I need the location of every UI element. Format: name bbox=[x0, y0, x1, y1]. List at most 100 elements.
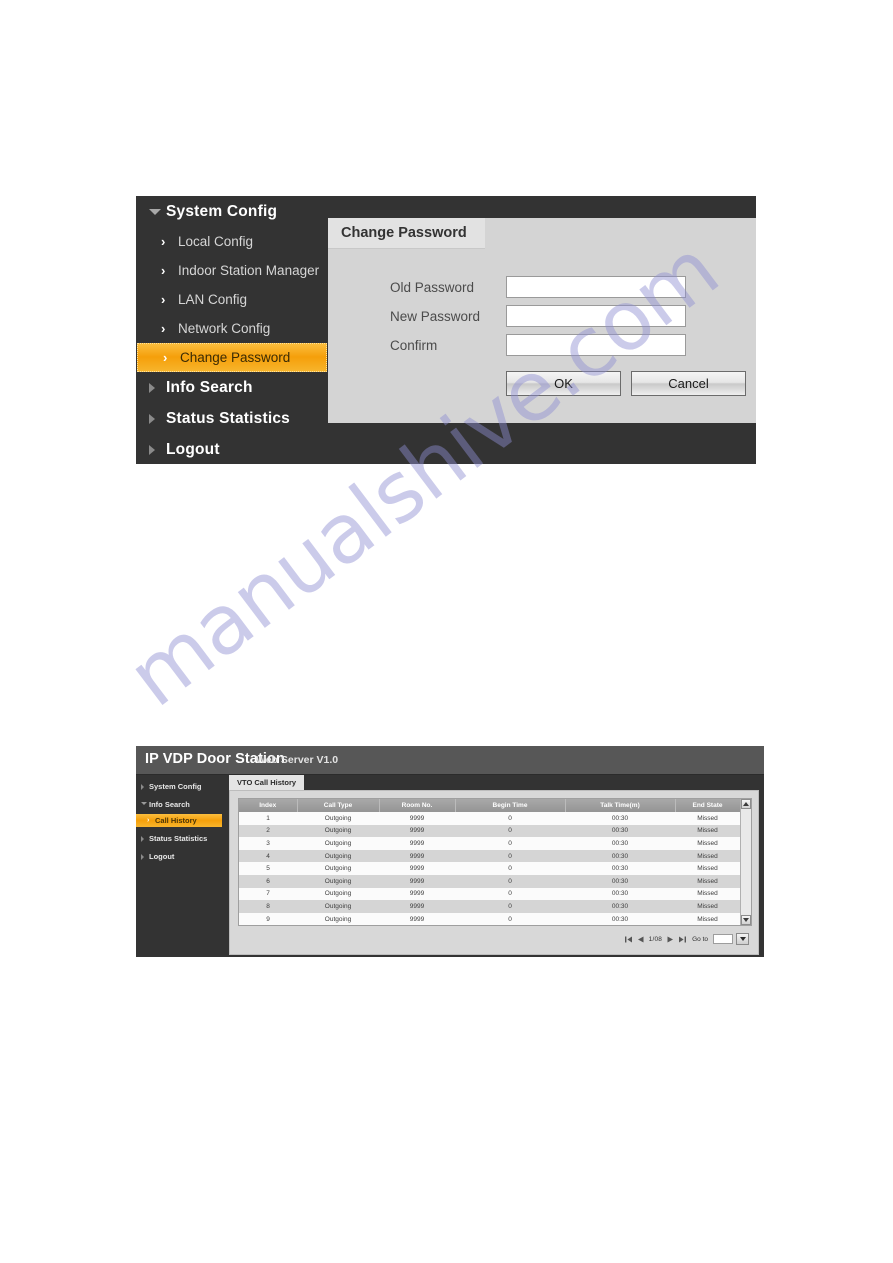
cell-room-no: 9999 bbox=[379, 900, 455, 913]
table-vertical-scrollbar[interactable] bbox=[740, 799, 751, 925]
cell-end-state: Missed bbox=[675, 925, 740, 926]
cell-begin-time: 0 bbox=[455, 837, 565, 850]
sidebar-item-label: Local Config bbox=[178, 234, 254, 249]
cell-room-no: 9999 bbox=[379, 925, 455, 926]
column-header-room-no[interactable]: Room No. bbox=[379, 799, 456, 812]
cell-call-type: Outgoing bbox=[297, 837, 379, 850]
chevron-right-icon bbox=[149, 382, 155, 393]
scroll-up-icon[interactable] bbox=[741, 799, 751, 809]
cell-begin-time: 0 bbox=[455, 862, 565, 875]
column-header-begin-time[interactable]: Begin Time bbox=[455, 799, 566, 812]
cell-begin-time: 0 bbox=[455, 812, 565, 825]
confirm-password-label: Confirm bbox=[390, 338, 438, 353]
chevron-right-icon: › bbox=[161, 234, 166, 249]
go-to-page-icon[interactable] bbox=[736, 933, 749, 945]
sidebar-item-info-search[interactable]: Info Search bbox=[136, 798, 224, 811]
table-row[interactable]: 6 Outgoing 9999 0 00:30 Missed bbox=[239, 874, 740, 888]
cell-talk-time: 00:30 bbox=[565, 812, 675, 825]
sidebar-item-label: Logout bbox=[166, 441, 220, 458]
change-password-panel: Change Password Old Password New Passwor… bbox=[328, 218, 756, 423]
sidebar-item-local-config[interactable]: › Local Config bbox=[136, 227, 328, 256]
cell-index: 1 bbox=[239, 812, 297, 825]
cell-room-no: 9999 bbox=[379, 849, 455, 863]
sidebar-item-label: System Config bbox=[166, 203, 278, 220]
sidebar-item-system-config[interactable]: System Config bbox=[136, 196, 328, 227]
vto-call-history-screenshot: IP VDP Door Station Web Server V1.0 Syst… bbox=[136, 746, 764, 957]
sidebar-item-lan-config[interactable]: › LAN Config bbox=[136, 285, 328, 314]
sidebar-item-change-password[interactable]: › Change Password bbox=[137, 343, 327, 372]
chevron-right-icon: › bbox=[161, 263, 166, 278]
table-row[interactable]: 3 Outgoing 9999 0 00:30 Missed bbox=[239, 837, 740, 850]
scroll-down-icon[interactable] bbox=[741, 915, 751, 925]
cell-index: 6 bbox=[239, 874, 297, 888]
table-row[interactable]: 4 Outgoing 9999 0 00:30 Missed bbox=[239, 849, 740, 863]
figure-two-sidebar: System Config Info Search › Call History… bbox=[136, 775, 224, 957]
column-header-talk-time[interactable]: Talk Time(m) bbox=[565, 799, 676, 812]
sidebar-item-logout[interactable]: Logout bbox=[136, 850, 224, 863]
sidebar-item-info-search[interactable]: Info Search bbox=[136, 372, 328, 403]
goto-page-input[interactable] bbox=[713, 934, 733, 944]
table-header-row: Index Call Type Room No. Begin Time Talk… bbox=[239, 799, 741, 812]
table-row[interactable]: 1 Outgoing 9999 0 00:30 Missed bbox=[239, 812, 740, 825]
call-history-table-container: Index Call Type Room No. Begin Time Talk… bbox=[238, 798, 752, 926]
cell-index: 3 bbox=[239, 837, 297, 850]
figure-one-sidebar: System Config › Local Config › Indoor St… bbox=[136, 196, 328, 464]
confirm-password-field[interactable] bbox=[506, 334, 686, 356]
table-row[interactable]: 10Outgoing9999000:30Missed bbox=[239, 925, 740, 926]
sidebar-item-label: Info Search bbox=[166, 379, 253, 396]
sidebar-item-label: Change Password bbox=[180, 350, 291, 365]
prev-page-icon[interactable] bbox=[636, 935, 645, 944]
cancel-button[interactable]: Cancel bbox=[631, 371, 746, 396]
sidebar-item-status-statistics[interactable]: Status Statistics bbox=[136, 403, 328, 434]
sidebar-item-call-history[interactable]: › Call History bbox=[136, 814, 222, 827]
cell-end-state: Missed bbox=[675, 824, 740, 838]
cell-begin-time: 0 bbox=[455, 874, 565, 888]
sidebar-item-network-config[interactable]: › Network Config bbox=[136, 314, 328, 343]
column-header-call-type[interactable]: Call Type bbox=[297, 799, 380, 812]
sidebar-item-logout[interactable]: Logout bbox=[136, 434, 328, 465]
cell-end-state: Missed bbox=[675, 837, 740, 850]
next-page-icon[interactable] bbox=[666, 935, 675, 944]
cell-begin-time: 0 bbox=[455, 887, 565, 901]
sidebar-item-label: Status Statistics bbox=[149, 834, 208, 843]
tab-vto-call-history[interactable]: VTO Call History bbox=[229, 775, 305, 790]
old-password-field[interactable] bbox=[506, 276, 686, 298]
column-header-end-state[interactable]: End State bbox=[675, 799, 741, 812]
table-row[interactable]: 9 Outgoing 9999 0 00:30 Missed bbox=[239, 912, 740, 925]
sidebar-item-system-config[interactable]: System Config bbox=[136, 780, 224, 793]
cell-index: 7 bbox=[239, 887, 297, 901]
chevron-down-icon bbox=[149, 208, 161, 215]
last-page-icon[interactable] bbox=[678, 935, 687, 944]
cell-call-type: Outgoing bbox=[297, 824, 379, 838]
sidebar-item-status-statistics[interactable]: Status Statistics bbox=[136, 832, 224, 845]
cell-call-type: Outgoing bbox=[297, 925, 379, 926]
cell-index: 9 bbox=[239, 912, 297, 925]
goto-label: Go to bbox=[692, 935, 708, 943]
table-row[interactable]: 7 Outgoing 9999 0 00:30 Missed bbox=[239, 887, 740, 901]
cell-room-no: 9999 bbox=[379, 862, 455, 875]
sidebar-item-label: Indoor Station Manager bbox=[178, 263, 320, 278]
table-row[interactable]: 8 Outgoing 9999 0 00:30 Missed bbox=[239, 900, 740, 913]
cell-index: 8 bbox=[239, 900, 297, 913]
change-password-screenshot: System Config › Local Config › Indoor St… bbox=[136, 196, 756, 464]
chevron-right-icon: › bbox=[161, 321, 166, 336]
sidebar-item-label: Logout bbox=[149, 852, 175, 861]
table-row[interactable]: 2 Outgoing 9999 0 00:30 Missed bbox=[239, 824, 740, 838]
first-page-icon[interactable] bbox=[624, 935, 633, 944]
call-history-main: VTO Call History Index Call Type Room No… bbox=[224, 775, 764, 957]
cell-room-no: 9999 bbox=[379, 887, 455, 901]
app-version: Web Server V1.0 bbox=[256, 754, 339, 766]
page-watermark: manualshive.com bbox=[0, 0, 893, 1263]
tab-change-password[interactable]: Change Password bbox=[328, 218, 485, 249]
sidebar-item-indoor-station-manager[interactable]: › Indoor Station Manager bbox=[136, 256, 328, 285]
new-password-field[interactable] bbox=[506, 305, 686, 327]
cell-end-state: Missed bbox=[675, 874, 740, 888]
cell-talk-time: 00:30 bbox=[565, 887, 675, 901]
cell-end-state: Missed bbox=[675, 849, 740, 863]
chevron-right-icon bbox=[141, 784, 144, 790]
column-header-index[interactable]: Index bbox=[239, 799, 298, 812]
table-row[interactable]: 5 Outgoing 9999 0 00:30 Missed bbox=[239, 862, 740, 875]
cell-call-type: Outgoing bbox=[297, 900, 379, 913]
ok-button[interactable]: OK bbox=[506, 371, 621, 396]
cell-index: 10 bbox=[239, 925, 297, 926]
